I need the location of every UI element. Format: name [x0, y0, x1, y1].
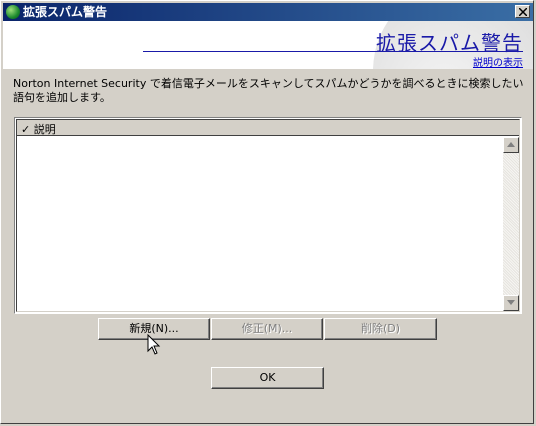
column-label: 説明: [33, 123, 56, 136]
dialog-window: 拡張スパム警告 拡張スパム警告 説明の表示 Norton Internet Se…: [0, 0, 534, 424]
title-bar[interactable]: 拡張スパム警告: [3, 3, 533, 21]
scroll-up-button[interactable]: [503, 137, 519, 153]
description-text: Norton Internet Security で着信電子メールをスキャンして…: [13, 77, 524, 104]
close-button[interactable]: [515, 5, 530, 18]
ok-button[interactable]: OK: [211, 367, 324, 389]
scroll-down-button[interactable]: [503, 295, 519, 311]
edit-button[interactable]: 修正(M)...: [211, 318, 323, 340]
mouse-cursor-icon: [147, 334, 161, 355]
header-divider: [143, 51, 523, 52]
close-icon: [519, 8, 527, 16]
list-header[interactable]: ✓ 説明: [17, 120, 519, 136]
header-banner: 拡張スパム警告 説明の表示: [3, 21, 533, 69]
arrow-up-icon: [507, 142, 515, 147]
help-link[interactable]: 説明の表示: [473, 54, 523, 69]
check-icon: ✓: [21, 123, 31, 136]
window-title: 拡張スパム警告: [23, 5, 108, 19]
terms-list[interactable]: ✓ 説明: [14, 117, 522, 314]
delete-button[interactable]: 削除(D): [324, 318, 437, 340]
app-globe-icon: [6, 5, 20, 19]
arrow-down-icon: [507, 300, 515, 305]
vertical-scrollbar[interactable]: [503, 137, 519, 311]
column-header-description[interactable]: ✓ 説明: [21, 121, 56, 137]
